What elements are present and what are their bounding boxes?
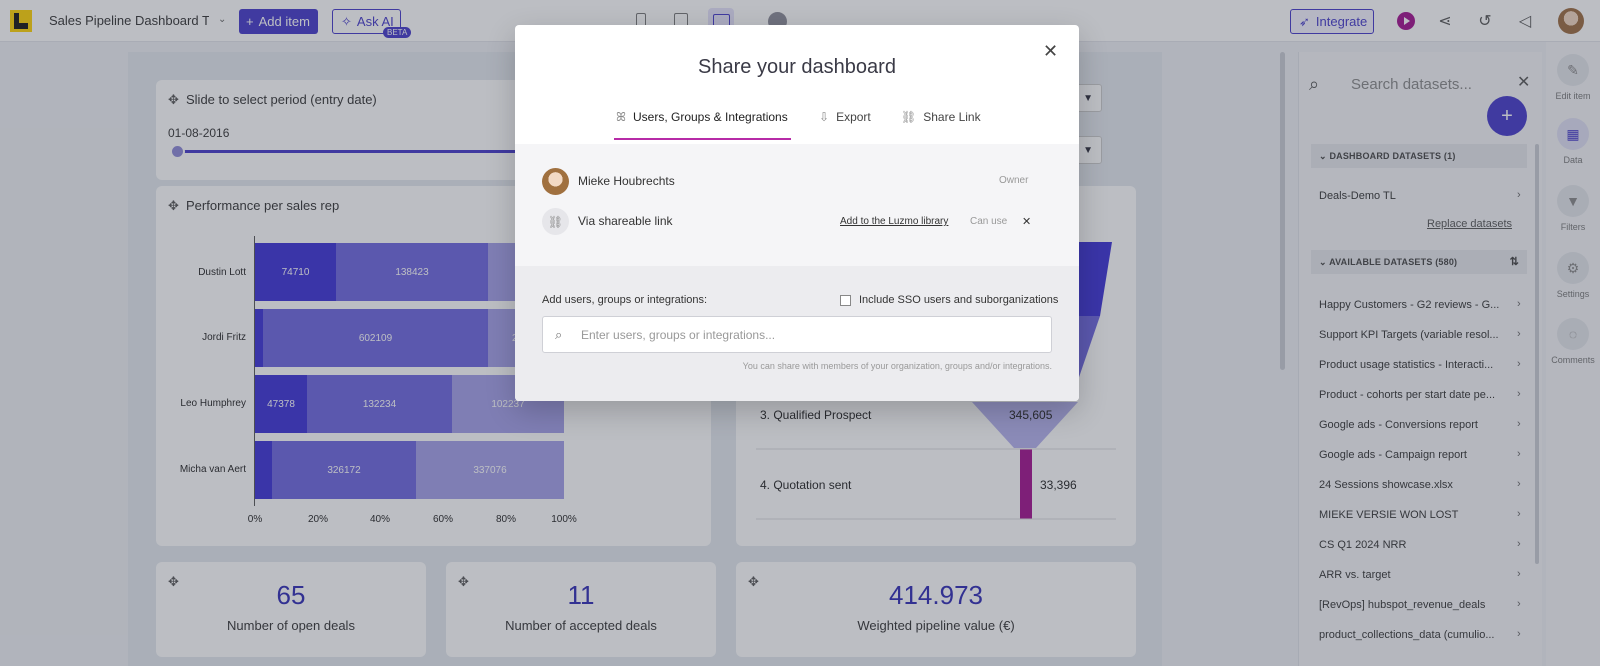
link-icon: ⛓ <box>542 208 569 235</box>
include-sso-option[interactable]: Include SSO users and suborganizations <box>840 294 1058 306</box>
owner-name: Mieke Houbrechts <box>578 174 675 188</box>
export-icon: ⇩ <box>819 110 830 124</box>
link-icon: ⛓ <box>901 110 917 124</box>
members-list: Mieke Houbrechts Owner ⛓ Via shareable l… <box>515 144 1079 266</box>
invite-input[interactable] <box>581 325 1041 345</box>
search-icon: ⌕ <box>555 327 563 342</box>
avatar <box>542 168 569 195</box>
tab-label: Users, Groups & Integrations <box>632 110 788 124</box>
share-dashboard-modal: Share your dashboard ✕ ꕤ Users, Groups &… <box>515 25 1079 401</box>
add-members-section: Add users, groups or integrations: Inclu… <box>515 266 1079 401</box>
tab-label: Export <box>836 110 871 124</box>
tab-share-link[interactable]: ⛓ Share Link <box>901 110 981 140</box>
link-role-select[interactable]: Can use <box>970 216 1007 227</box>
tab-export[interactable]: ⇩ Export <box>819 110 871 140</box>
add-to-library-link[interactable]: Add to the Luzmo library <box>840 216 948 227</box>
users-icon: ꕤ <box>616 110 626 124</box>
modal-title: Share your dashboard <box>698 56 896 78</box>
owner-role: Owner <box>999 175 1029 186</box>
add-label: Add users, groups or integrations: <box>542 294 708 306</box>
tab-users-groups-integrations[interactable]: ꕤ Users, Groups & Integrations <box>614 110 791 140</box>
remove-link-icon[interactable]: ✕ <box>1022 215 1031 228</box>
share-hint: You can share with members of your organ… <box>742 361 1052 371</box>
shareable-link-name: Via shareable link <box>578 214 673 228</box>
tab-label: Share Link <box>923 110 981 124</box>
sso-label: Include SSO users and suborganizations <box>859 294 1059 306</box>
invite-field[interactable]: ⌕ <box>542 316 1052 353</box>
share-tabs: ꕤ Users, Groups & Integrations ⇩ Export … <box>515 110 1079 140</box>
close-icon[interactable]: ✕ <box>1043 41 1058 62</box>
include-sso-checkbox[interactable] <box>840 294 851 306</box>
